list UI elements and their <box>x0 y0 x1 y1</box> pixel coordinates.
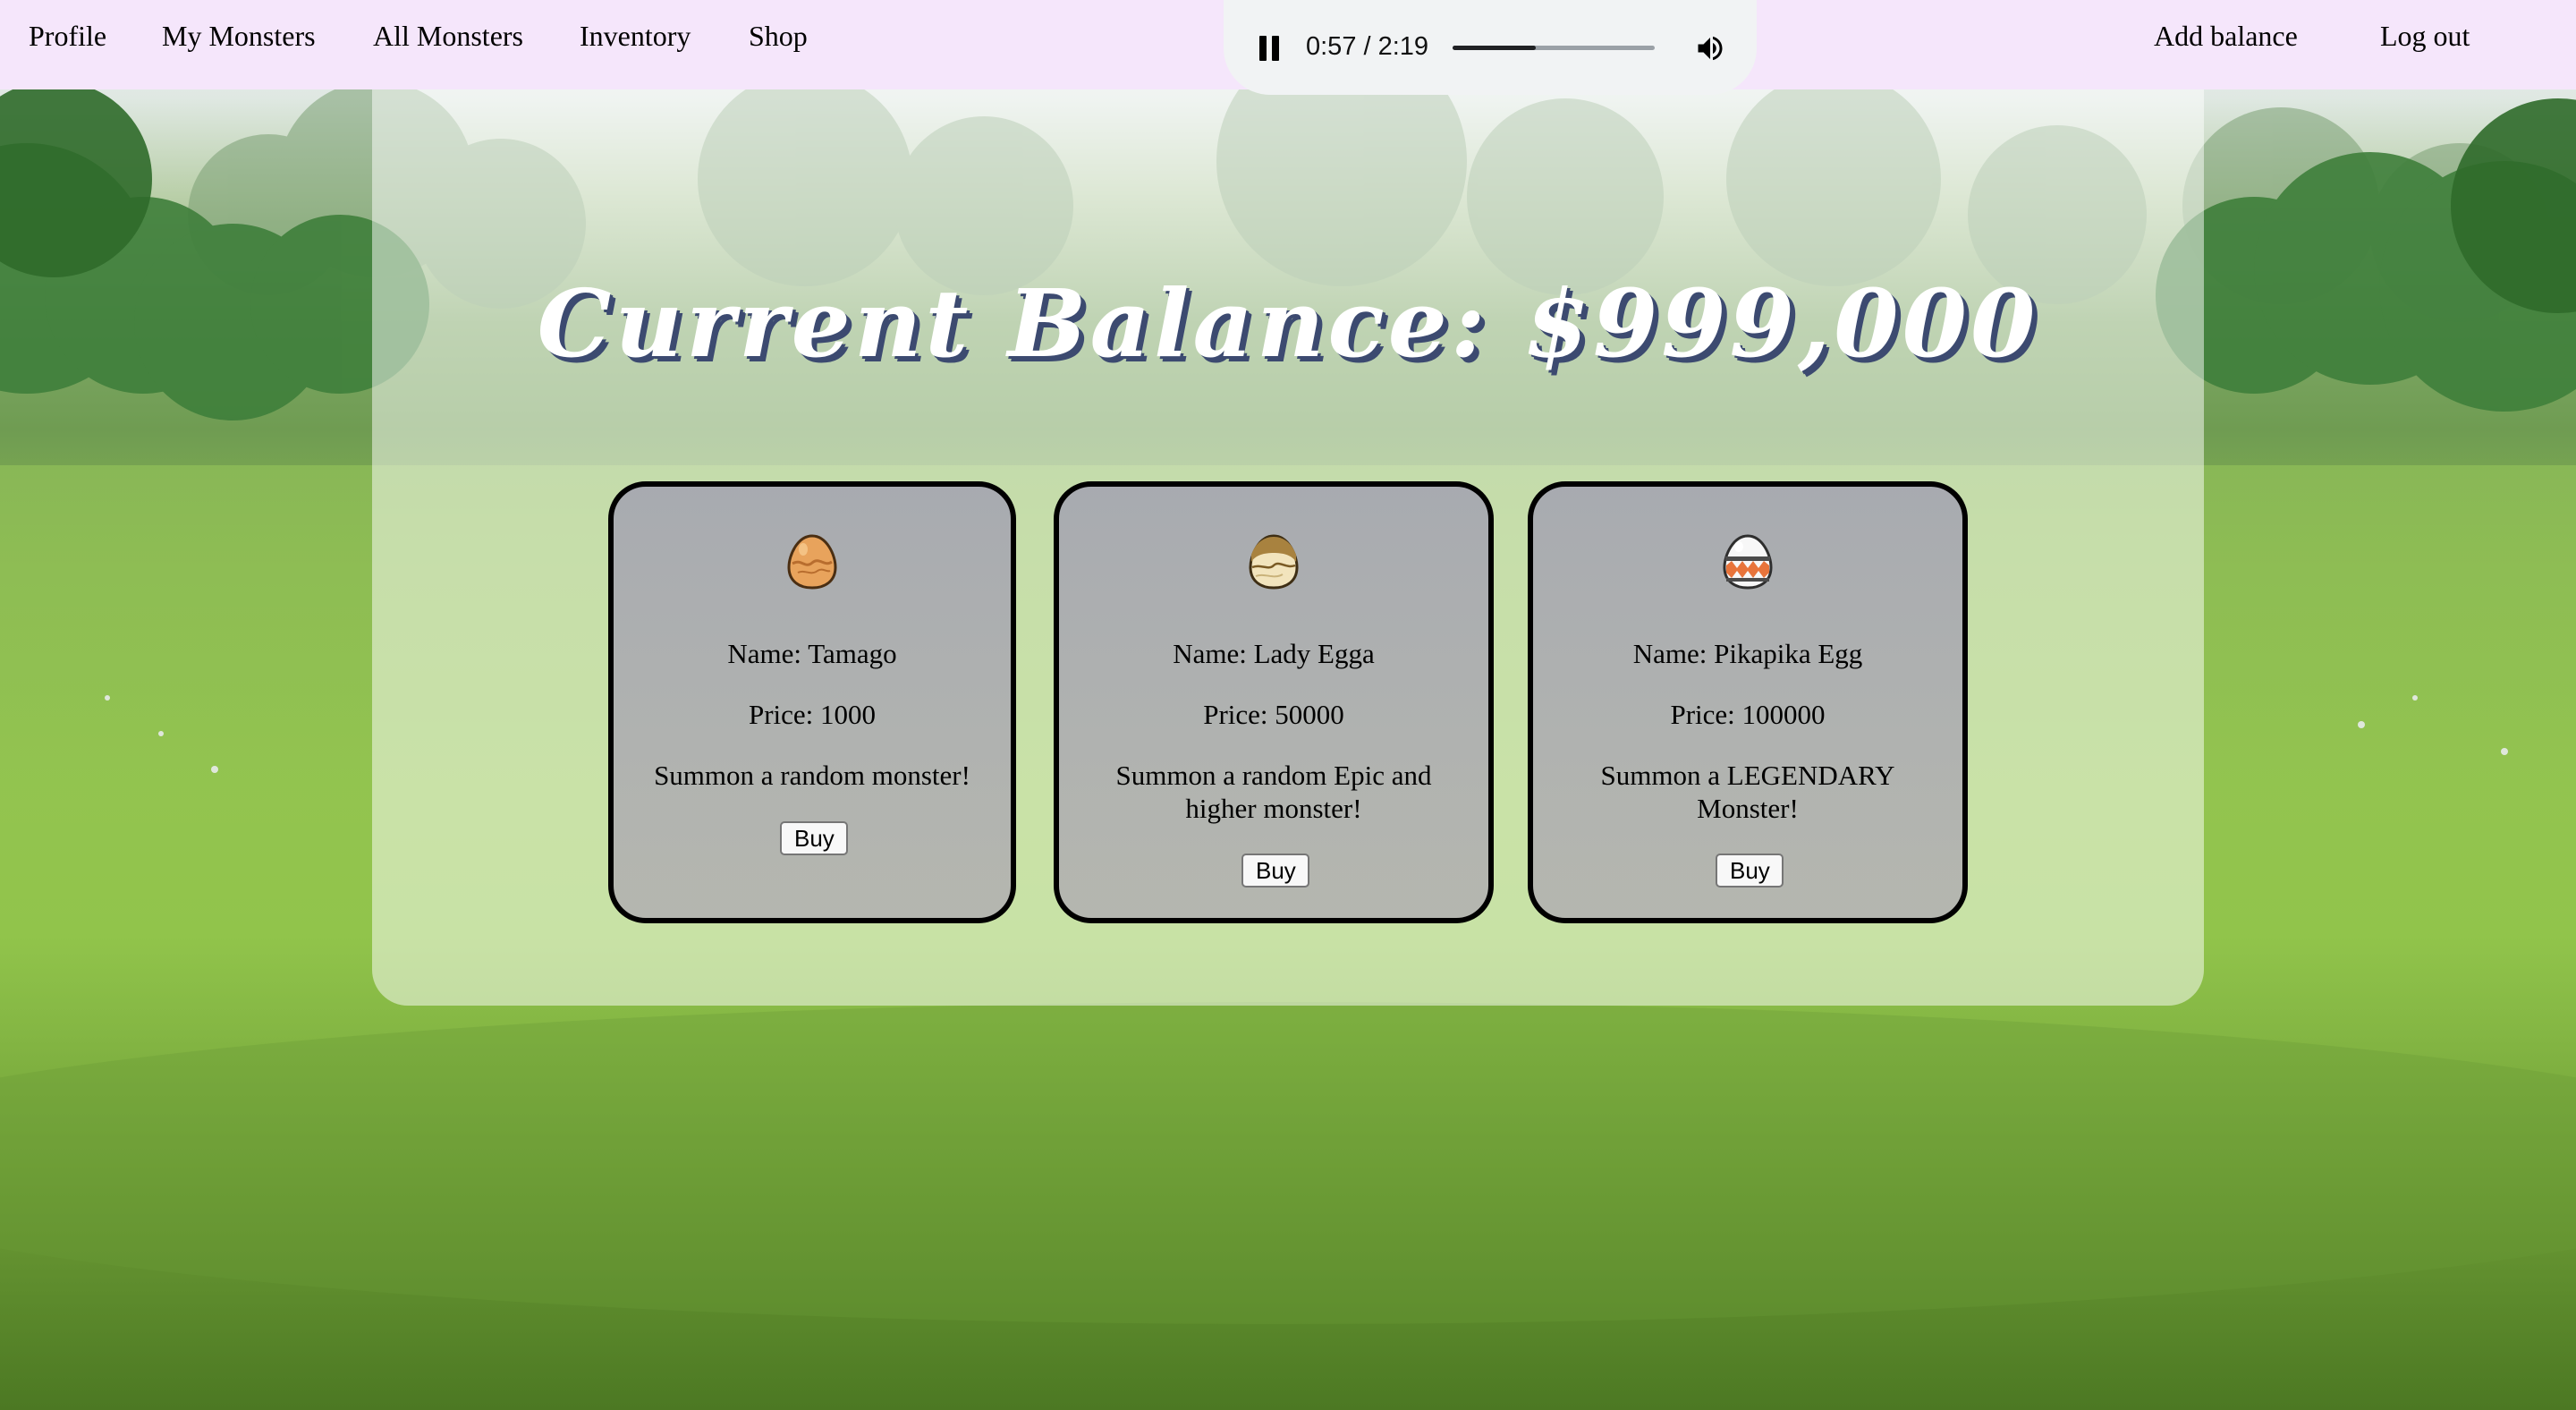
buy-button-tamago[interactable]: Buy <box>780 821 848 855</box>
item-description-line-1: Summon a random Epic and <box>1115 760 1432 791</box>
shop-panel: Current Balance: $999,000 Name: Tamago P… <box>372 89 2204 1006</box>
seek-slider[interactable] <box>1453 46 1655 50</box>
seek-progress <box>1453 46 1536 50</box>
nav-inventory-link[interactable]: Inventory <box>580 20 691 53</box>
shop-item-card-lady-egga: Name: Lady Egga Price: 50000 Summon a ra… <box>1054 481 1494 923</box>
pause-icon[interactable] <box>1258 34 1283 63</box>
item-name: Name: Tamago <box>727 638 897 669</box>
egg-white-icon <box>1723 534 1773 590</box>
shop-item-card-pikapika-egg: Name: Pikapika Egg Price: 100000 Summon … <box>1528 481 1968 923</box>
item-description-line-2: higher monster! <box>1185 793 1362 824</box>
nav-all-monsters-link[interactable]: All Monsters <box>373 20 523 53</box>
egg-orange-icon <box>787 534 837 590</box>
item-description-line-1: Summon a LEGENDARY <box>1600 760 1895 791</box>
item-name: Name: Pikapika Egg <box>1632 638 1863 669</box>
item-description-line-2: Monster! <box>1697 793 1799 824</box>
buy-button-lady-egga[interactable]: Buy <box>1241 854 1309 888</box>
buy-button-pikapika-egg[interactable]: Buy <box>1716 854 1784 888</box>
item-name: Name: Lady Egga <box>1173 638 1375 669</box>
item-price: Price: 1000 <box>748 699 877 730</box>
item-price: Price: 50000 <box>1203 699 1344 730</box>
egg-tan-icon <box>1249 534 1299 590</box>
shop-item-card-tamago: Name: Tamago Price: 1000 Summon a random… <box>608 481 1016 923</box>
volume-icon[interactable] <box>1694 32 1726 64</box>
playback-time: 0:57 / 2:19 <box>1306 32 1429 61</box>
nav-log-out-link[interactable]: Log out <box>2380 20 2470 53</box>
audio-player: 0:57 / 2:19 <box>1224 0 1757 95</box>
nav-add-balance-link[interactable]: Add balance <box>2154 20 2298 53</box>
balance-title: Current Balance: $999,000 <box>537 268 2039 378</box>
item-price: Price: 100000 <box>1670 699 1826 730</box>
nav-my-monsters-link[interactable]: My Monsters <box>162 20 316 53</box>
nav-profile-link[interactable]: Profile <box>29 20 106 53</box>
item-description: Summon a random monster! <box>654 760 970 791</box>
nav-shop-link[interactable]: Shop <box>749 20 808 53</box>
